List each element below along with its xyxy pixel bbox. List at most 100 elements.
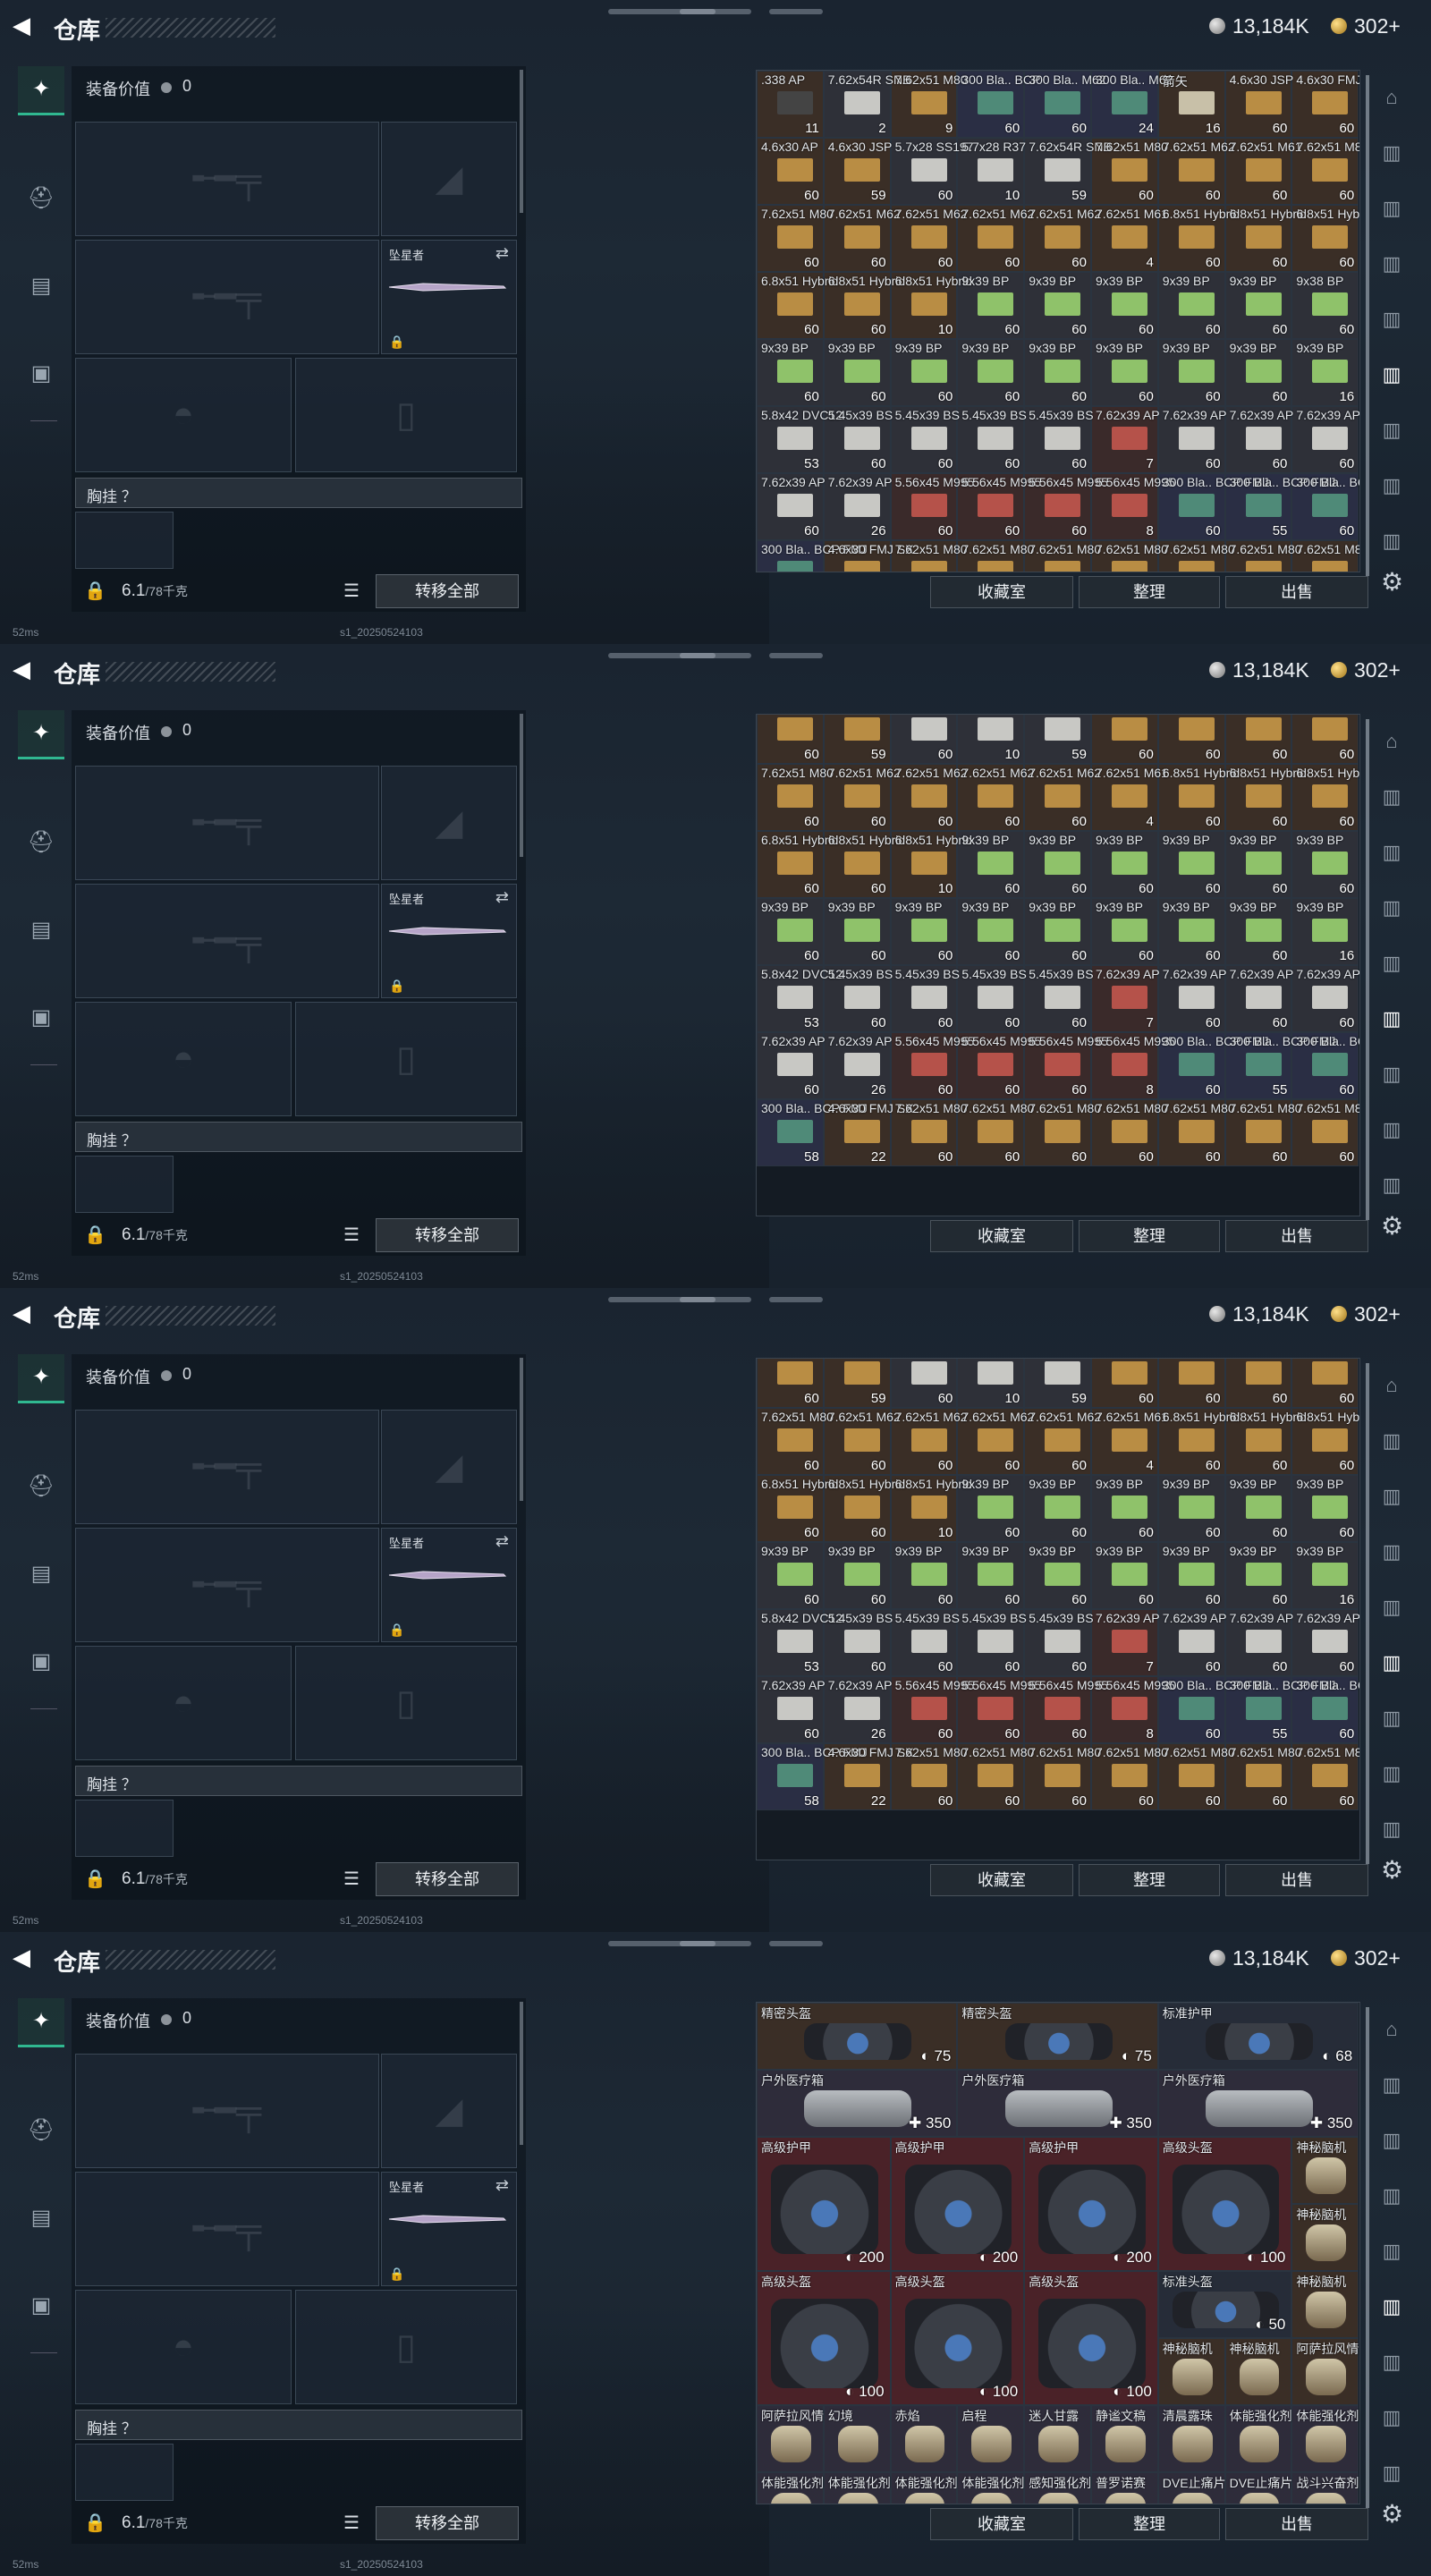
helmet-slot[interactable]: ◓ xyxy=(75,358,292,472)
storage-7-icon[interactable]: ▥ xyxy=(1374,2351,1410,2383)
sell-button[interactable]: 出售 xyxy=(1225,576,1368,608)
inventory-item[interactable]: 7.62x39 AP 26 xyxy=(823,1676,892,1743)
inventory-item[interactable]: 5.7x28 R37 10 xyxy=(957,138,1026,205)
inventory-item[interactable]: 6.8x51 Hybrid 60 xyxy=(757,831,838,898)
secondary-weapon-slot[interactable]: ╾━╤ xyxy=(75,884,379,998)
list-icon[interactable]: ☰ xyxy=(343,2512,360,2534)
grid-scrollbar[interactable] xyxy=(1366,75,1369,576)
storage-9-icon[interactable]: ▥ xyxy=(1374,1174,1410,1206)
secondary-weapon-slot[interactable]: ╾━╤ xyxy=(75,2172,379,2286)
inventory-item[interactable]: 7.62x51 M80 60 xyxy=(1024,1743,1101,1810)
inventory-item[interactable]: 5.45x39 BS 60 xyxy=(823,965,893,1032)
gear-item[interactable]: 体能强化剂 xyxy=(890,2472,958,2504)
inventory-item[interactable]: 7.62x39 AP 60 xyxy=(1291,965,1359,1032)
equipment-scrollbar[interactable] xyxy=(520,714,523,857)
sell-button[interactable]: 出售 xyxy=(1225,1220,1368,1252)
inventory-item[interactable]: 9x39 BP 60 xyxy=(1291,831,1359,898)
equipment-scrollbar[interactable] xyxy=(520,1358,523,1501)
inventory-item[interactable]: 7.62x51 M62 60 xyxy=(1157,138,1235,205)
equipment-scrollbar[interactable] xyxy=(520,70,523,213)
collection-button[interactable]: 收藏室 xyxy=(930,576,1073,608)
inventory-item[interactable]: 9x39 BP 60 xyxy=(1091,1542,1158,1609)
gear-item[interactable]: 感知强化剂 xyxy=(1024,2472,1091,2504)
sell-button[interactable]: 出售 xyxy=(1225,1864,1368,1896)
inventory-item[interactable]: 9x39 BP 60 xyxy=(957,831,1025,898)
inventory-item[interactable]: 5.56x45 M995 60 xyxy=(1024,473,1108,540)
inventory-item[interactable]: 7.62x39 AP 60 xyxy=(1224,1609,1293,1676)
warehouse-icon[interactable]: ⌂ xyxy=(1374,1374,1410,1406)
gear-item[interactable]: 精密头盔 ◐ 75 xyxy=(757,2003,958,2070)
inventory-item[interactable]: 5.45x39 BS 60 xyxy=(957,965,1027,1032)
storage-9-icon[interactable]: ▥ xyxy=(1374,530,1410,562)
back-arrow-icon[interactable]: ◀ xyxy=(13,1301,38,1326)
inventory-item[interactable]: 5.45x39 BS 60 xyxy=(957,1609,1027,1676)
inventory-item[interactable]: 7.62x51 M62 60 xyxy=(957,1408,1034,1475)
gear-item[interactable]: 赤焰 xyxy=(890,2405,958,2472)
storage-2-icon[interactable]: ▥ xyxy=(1374,141,1410,174)
gear-item[interactable]: 高级头盔 ◐ 100 xyxy=(1157,2137,1292,2271)
inventory-item[interactable]: 7.62x51 M80 60 xyxy=(1224,1743,1302,1810)
storage-3-icon[interactable]: ▥ xyxy=(1374,841,1410,873)
pistol-slot[interactable]: ◢ xyxy=(381,766,517,880)
storage-7-icon[interactable]: ▥ xyxy=(1374,1063,1410,1095)
storage-6-icon[interactable]: ▥ xyxy=(1374,363,1410,395)
inventory-item[interactable]: 60 xyxy=(757,1359,824,1408)
gear-item[interactable]: 体能强化剂 xyxy=(823,2472,891,2504)
inventory-item[interactable]: 9x39 BP 60 xyxy=(1091,1475,1158,1542)
gear-item[interactable]: 战斗兴奋剂 xyxy=(1291,2472,1359,2504)
inventory-item[interactable]: 7.62x54R SNB 2 xyxy=(823,71,910,138)
inventory-item[interactable]: 5.45x39 BS 60 xyxy=(890,406,960,473)
inventory-item[interactable]: 7.62x51 M80 60 xyxy=(757,1408,834,1475)
inventory-item[interactable]: 7.62x51 M80 60 xyxy=(957,1099,1034,1166)
inventory-item[interactable]: 7.62x51 M80 xyxy=(1024,540,1101,572)
storage-8-icon[interactable]: ▥ xyxy=(1374,474,1410,506)
gear-item[interactable]: 神秘脑机 xyxy=(1291,2204,1359,2271)
inventory-item[interactable]: 300 Bla.. BCP FMJ60 xyxy=(1157,1676,1269,1743)
armor-slot[interactable]: ▯ xyxy=(295,1002,517,1116)
inventory-item[interactable]: 5.56x45 M995 8 xyxy=(1091,1032,1175,1099)
inventory-item[interactable]: 9x39 BP 60 xyxy=(1024,339,1091,406)
clipboard-icon[interactable]: ▤ xyxy=(18,2195,64,2241)
inventory-item[interactable]: 6.8x51 Hybrid 10 xyxy=(890,831,972,898)
inventory-item[interactable]: 9x38 BP 60 xyxy=(1291,272,1359,339)
storage-5-icon[interactable]: ▥ xyxy=(1374,2240,1410,2272)
storage-8-icon[interactable]: ▥ xyxy=(1374,1118,1410,1150)
inventory-item[interactable]: 7.62x39 AP 60 xyxy=(1157,1609,1226,1676)
gear-item[interactable]: 体能强化剂 xyxy=(1224,2405,1292,2472)
inventory-item[interactable]: 9x39 BP 60 xyxy=(823,898,891,965)
inventory-item[interactable]: 5.56x45 M995 60 xyxy=(890,1032,974,1099)
inventory-item[interactable]: 5.56x45 M995 60 xyxy=(890,473,974,540)
inventory-item[interactable]: 7.62x54R SNB 59 xyxy=(1024,138,1112,205)
storage-6-icon[interactable]: ▥ xyxy=(1374,1651,1410,1683)
inventory-item[interactable]: 300 Bla.. BCP FMJ 55 xyxy=(1224,1032,1335,1099)
helmet-icon[interactable]: ⛑ xyxy=(18,1463,64,1510)
gear-item[interactable]: 神秘脑机 xyxy=(1157,2338,1225,2405)
secondary-weapon-slot[interactable]: ╾━╤ xyxy=(75,240,379,354)
gear-item[interactable]: 普罗诺赛 xyxy=(1091,2472,1158,2504)
storage-6-icon[interactable]: ▥ xyxy=(1374,1007,1410,1039)
inventory-item[interactable]: 7.62x39 AP 7 xyxy=(1091,965,1160,1032)
swap-icon[interactable]: ⇄ xyxy=(495,1532,509,1551)
gear-icon[interactable]: ⚙ xyxy=(1381,1211,1403,1241)
helmet-slot[interactable]: ◓ xyxy=(75,2290,292,2404)
gear-item[interactable]: 标准护甲 ◐ 68 xyxy=(1157,2003,1359,2070)
sell-button[interactable]: 出售 xyxy=(1225,2508,1368,2540)
inventory-item[interactable]: 5.45x39 BS 60 xyxy=(823,1609,893,1676)
inventory-item[interactable]: 7.62x39 AP 60 xyxy=(757,1032,826,1099)
inventory-item[interactable]: 5.56x45 M995 60 xyxy=(957,1676,1041,1743)
inventory-item[interactable]: 6.8x51 Hybrid 60 xyxy=(1291,1408,1359,1475)
inventory-item[interactable]: 300 Bla.. M62 60 xyxy=(1024,71,1106,138)
inventory-item[interactable]: 60 xyxy=(757,715,824,764)
inventory-item[interactable]: 7.62x39 AP 60 xyxy=(757,473,826,540)
inventory-item[interactable]: 300 Bla.. BCP FMJ60 xyxy=(1157,473,1269,540)
transfer-all-button[interactable]: 转移全部 xyxy=(376,1218,519,1252)
inventory-item[interactable]: 60 xyxy=(1157,1359,1225,1408)
gear-item[interactable]: 户外医疗箱 ✚ 350 xyxy=(957,2070,1158,2137)
backpack-slot[interactable] xyxy=(75,2444,174,2501)
transfer-all-button[interactable]: 转移全部 xyxy=(376,2506,519,2540)
inventory-item[interactable]: 5.56x45 M995 8 xyxy=(1091,1676,1175,1743)
gold-amount[interactable]: 302+ xyxy=(1354,658,1401,682)
inventory-item[interactable]: 4.6x30 FMJ SX xyxy=(823,540,914,572)
gear-item[interactable]: 神秘脑机 xyxy=(1291,2137,1359,2204)
inventory-item[interactable]: 60 xyxy=(1291,1359,1359,1408)
